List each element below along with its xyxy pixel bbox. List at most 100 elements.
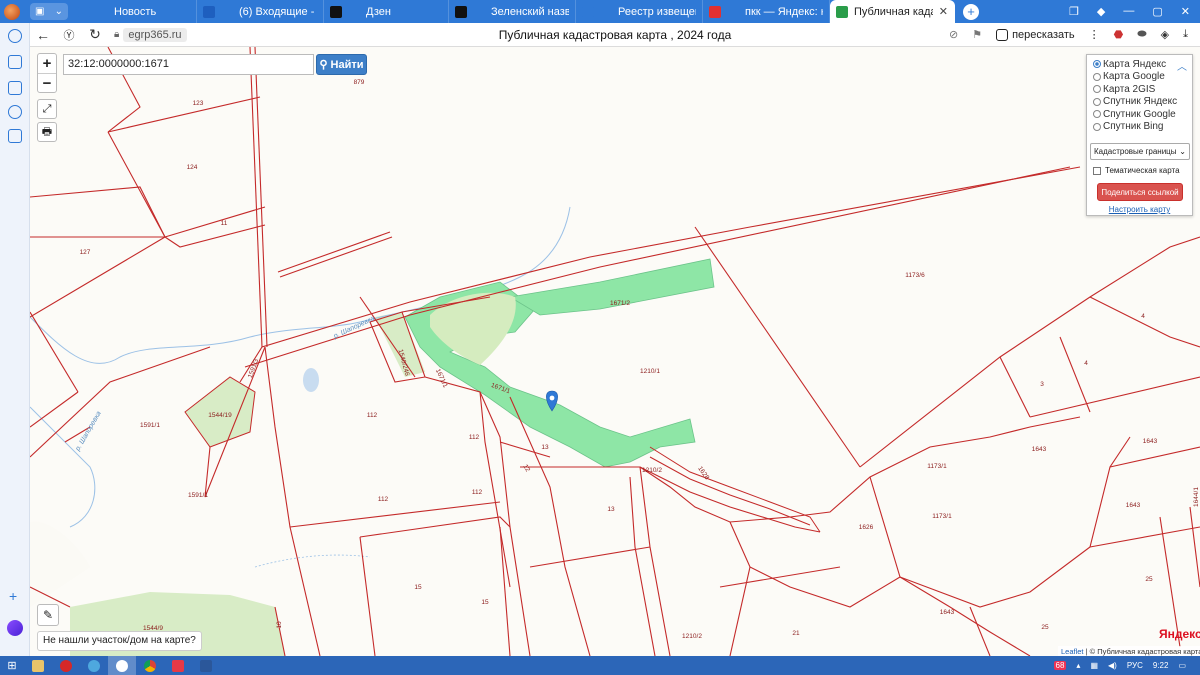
browser-tab[interactable]: пкк — Яндекс: нашлось 4 [703,0,830,23]
taskbar-yandex-browser-icon[interactable] [108,656,136,675]
tab-group-switcher[interactable]: ▣ ⌄ [30,3,68,20]
parcel-number-label: 25 [1041,624,1049,631]
parcel-number-label: 1591/1 [188,492,208,499]
browser-tab[interactable]: Зеленский назвал действ [449,0,576,23]
browser-profile-icon[interactable] [0,0,24,23]
browser-tab[interactable]: Реестр извещений [576,0,703,23]
layer-option-label: Карта Google [1103,71,1165,83]
layer-option-label: Спутник Google [1103,108,1176,120]
search-button[interactable]: ⚲ Найти [316,54,367,75]
browser-tab[interactable]: Новость [72,0,197,23]
taskbar-ie-icon[interactable] [80,656,108,675]
tray-arrow-icon[interactable]: ▴ [1076,661,1080,670]
overlay-select[interactable]: Кадастровые границы ⌄ [1090,143,1190,160]
close-tab-icon[interactable]: ✕ [939,5,948,18]
parcel-number-label: 11 [221,220,228,227]
browser-tab[interactable]: Дзен [324,0,449,23]
add-panel-icon[interactable]: + [9,588,17,604]
layer-radio[interactable] [1093,72,1101,81]
bookmark-flag-icon[interactable]: ⚑ [972,28,982,41]
zoom-control: + − [37,53,57,93]
layer-option[interactable]: Карта 2GIS [1087,83,1192,96]
url-field[interactable]: 🔒︎ egrp365.ru [114,27,187,42]
cadastral-map[interactable]: 123 879 124 11 127 1173/6 4 1671/2 1210/1 1591/3 1… [30,47,1200,656]
layer-radio[interactable] [1093,97,1101,106]
setup-map-link[interactable]: Настроить карту [1087,205,1192,214]
cadastral-number-input[interactable]: 32:12:0000000:1671 [63,54,314,75]
measure-button[interactable]: ✎ [37,604,59,626]
notification-badge[interactable]: 68 [1053,661,1067,670]
taskbar-chrome-icon[interactable] [136,656,164,675]
extension-icon[interactable]: ⬬ [1137,28,1146,41]
taskbar-explorer-icon[interactable] [24,656,52,675]
window-layout-icon[interactable]: ❐ [1069,5,1079,18]
zoom-out-button[interactable]: − [38,73,56,92]
layer-radio[interactable] [1093,60,1101,69]
retell-label: пересказать [1012,28,1075,41]
alice-assistant-icon[interactable] [7,620,23,636]
fullscreen-button[interactable]: ⤢ [37,99,57,119]
parcel-number-label: 1671/2 [610,300,630,307]
chevron-up-icon[interactable]: ︿ [1177,58,1187,73]
taskbar-word-icon[interactable] [192,656,220,675]
screenshot-icon[interactable] [8,129,22,143]
new-tab-button[interactable]: + [963,3,979,20]
retell-button[interactable]: пересказать [996,28,1075,41]
layer-switcher-panel: ︿ Карта Яндекс Карта Google Карта 2GIS Спут… [1086,54,1193,216]
layer-radio[interactable] [1093,85,1101,94]
calendar-icon[interactable] [8,81,22,95]
zoom-in-button[interactable]: + [38,54,56,73]
browser-tab[interactable]: (6) Входящие - Почта Ма [197,0,324,23]
network-icon[interactable]: ▦ [1090,661,1098,670]
search-icon: ⚲ [319,59,328,71]
dzen-icon [330,5,342,18]
back-arrow-icon[interactable]: ← [30,27,56,43]
address-bar: ← Ⓨ ↻ 🔒︎ egrp365.ru Публичная кадастрова… [30,23,1200,47]
play-icon[interactable] [8,105,22,119]
parcel-number-label: 1643 [1143,438,1158,445]
map-canvas[interactable]: 123879124111271173/641671/21210/11591/3 1… [30,47,1200,656]
yandex-logo-icon[interactable]: Ⓨ [56,27,82,43]
extension-icon[interactable]: ◈ [1161,28,1169,41]
reload-icon[interactable]: ↻ [82,26,108,43]
not-found-hint[interactable]: Не нашли участок/дом на карте? [37,631,202,651]
history-icon[interactable] [8,29,22,43]
extension-icon[interactable]: ⬣ [1114,28,1124,41]
taskbar-opera-icon[interactable] [52,656,80,675]
close-window-icon[interactable]: ✕ [1181,5,1190,18]
layer-radio[interactable] [1093,122,1101,131]
tab-label: Новость [114,5,157,18]
browser-tab[interactable]: Публичная кадастровая ✕ [830,0,955,23]
minimize-icon[interactable]: — [1123,5,1134,18]
taskbar-yandex-icon[interactable] [164,656,192,675]
parcel-number-label: 1644/1 [1193,487,1200,507]
lock-icon: 🔒︎ [114,29,120,40]
share-link-button[interactable]: Поделиться ссылкой [1097,183,1183,201]
notifications-icon[interactable]: ▭ [1178,661,1186,670]
tab-label: Реестр извещений [618,5,696,18]
thematic-checkbox[interactable] [1093,166,1101,175]
more-menu-icon[interactable]: ⋮ [1089,28,1100,41]
ruler-icon: ✎ [42,608,54,622]
thematic-map-toggle[interactable]: Тематическая карта [1093,166,1192,175]
chevron-down-icon: ⌄ [1179,147,1186,156]
layer-option-label: Спутник Яндекс [1103,96,1178,108]
download-icon[interactable]: ⤓ [1183,28,1188,41]
layer-radio[interactable] [1093,110,1101,119]
layer-option[interactable]: Спутник Bing [1087,121,1192,134]
layer-option[interactable]: Спутник Яндекс [1087,96,1192,109]
print-button[interactable]: 🖶︎ [37,122,57,142]
volume-icon[interactable]: ◀) [1108,661,1117,670]
collections-icon[interactable] [8,55,22,69]
system-clock[interactable]: 9:22 [1153,661,1169,670]
layer-option[interactable]: Спутник Google [1087,108,1192,121]
expand-icon: ⤢ [42,103,52,115]
leaflet-link[interactable]: Leaflet [1061,647,1084,656]
no-tracking-icon[interactable]: ⊘ [949,28,958,41]
windows-start-icon[interactable]: ⊞ [0,656,24,675]
keyboard-language[interactable]: РУС [1127,661,1143,670]
layer-option-label: Карта Яндекс [1103,58,1167,70]
browser-sidebar: + [0,23,30,656]
maximize-icon[interactable]: ▢ [1152,5,1162,18]
bookmark-icon[interactable]: ◆ [1097,5,1105,18]
